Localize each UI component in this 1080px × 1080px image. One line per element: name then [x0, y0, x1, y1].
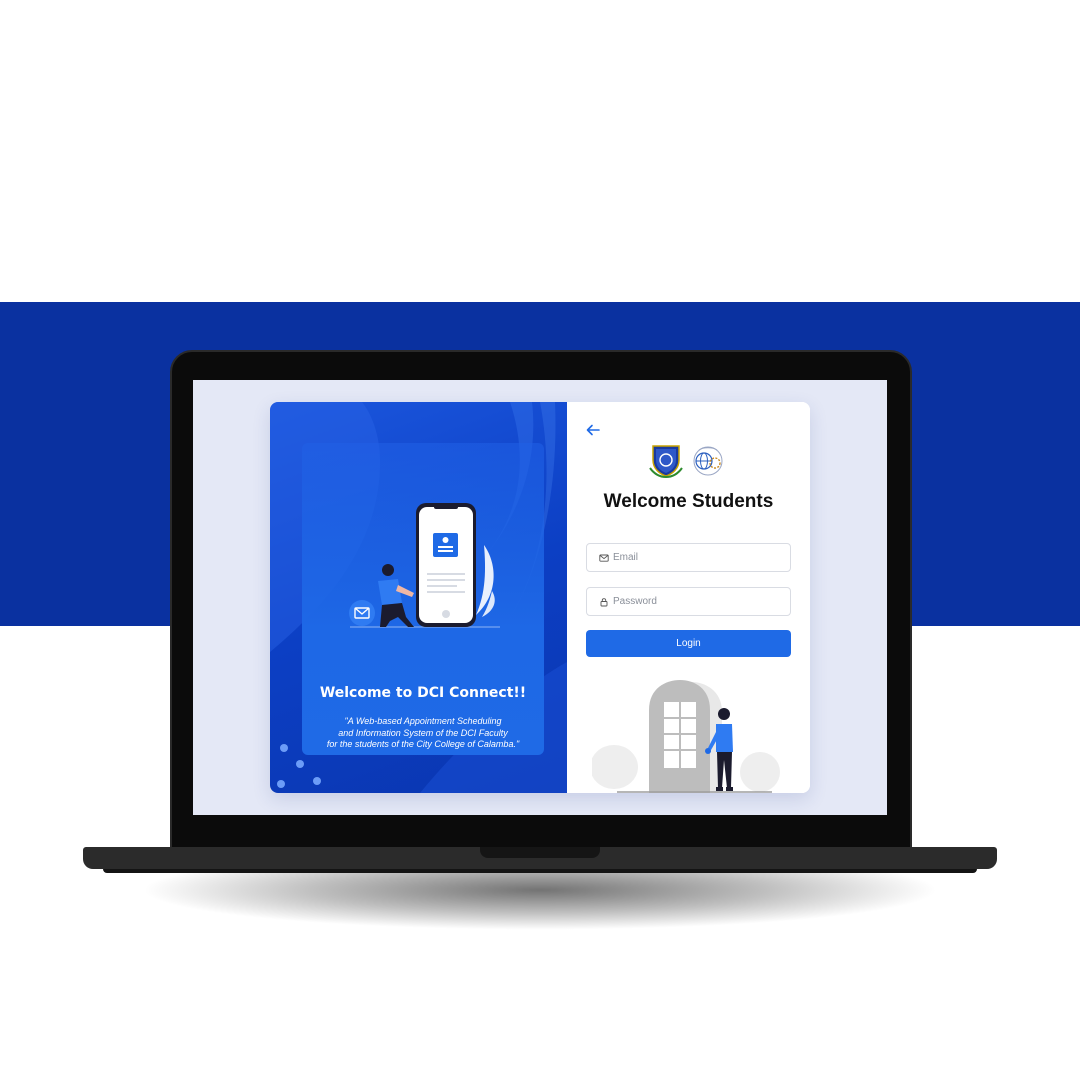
marketing-stage: Welcome to DCI Connect!! "A Web-based Ap… [0, 0, 1080, 1080]
decorative-dot [277, 780, 285, 788]
laptop-hinge-notch [480, 847, 600, 858]
login-button[interactable]: Login [586, 630, 791, 657]
person-at-door-illustration [592, 680, 780, 793]
welcome-panel: Welcome to DCI Connect!! "A Web-based Ap… [270, 402, 567, 793]
password-input[interactable] [613, 596, 783, 607]
decorative-dot [296, 760, 304, 768]
city-college-crest-logo [649, 445, 683, 478]
tagline: "A Web-based Appointment Scheduling and … [302, 716, 544, 751]
password-field[interactable] [586, 587, 791, 616]
laptop-screen: Welcome to DCI Connect!! "A Web-based Ap… [193, 380, 887, 815]
laptop-base-lip [103, 869, 977, 873]
welcome-title: Welcome to DCI Connect!! [319, 685, 527, 701]
dci-globe-logo [693, 446, 723, 476]
mail-icon [599, 554, 609, 562]
email-input[interactable] [613, 552, 783, 563]
welcome-inner-panel: Welcome to DCI Connect!! "A Web-based Ap… [302, 443, 544, 755]
decorative-dot [313, 777, 321, 785]
login-card: Welcome to DCI Connect!! "A Web-based Ap… [270, 402, 810, 793]
tagline-line: "A Web-based Appointment Scheduling [344, 716, 502, 726]
decorative-dot [280, 744, 288, 752]
tagline-line: for the students of the City College of … [326, 739, 520, 749]
person-with-phone-illustration [349, 503, 500, 628]
login-panel: Welcome Students Login [567, 402, 810, 793]
lock-icon [600, 597, 608, 606]
arrow-left-icon[interactable] [585, 422, 601, 438]
tagline-line: and Information System of the DCI Facult… [338, 727, 508, 738]
email-field[interactable] [586, 543, 791, 572]
page-title: Welcome Students [603, 491, 774, 512]
